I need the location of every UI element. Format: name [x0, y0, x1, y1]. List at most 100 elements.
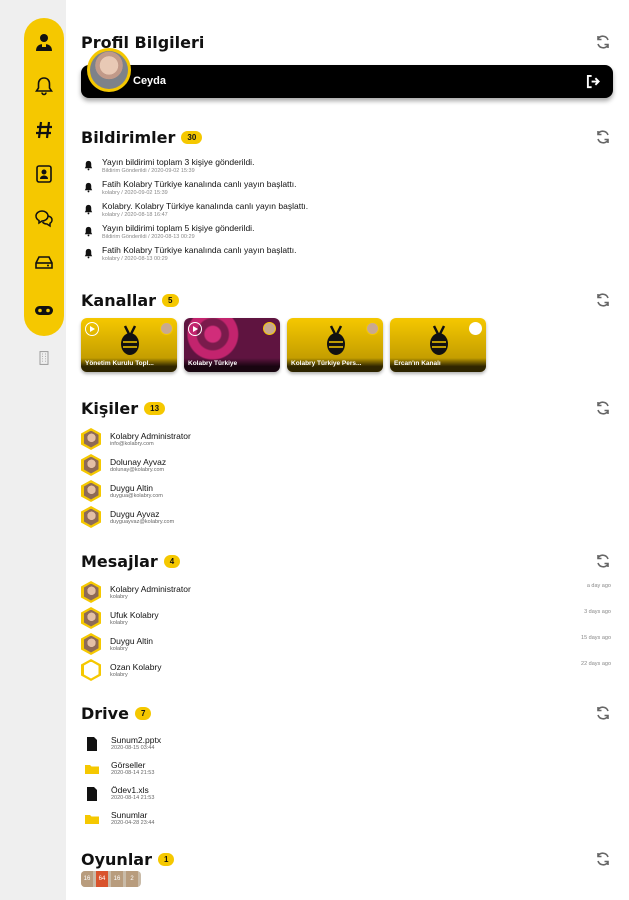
notification-text: Kolabry. Kolabry Türkiye kanalında canlı… — [102, 201, 309, 211]
gamepad-icon[interactable] — [24, 290, 64, 330]
drive-icon[interactable] — [24, 242, 64, 282]
drive-item[interactable]: Ödev1.xls 2020-08-14 21:53 — [81, 781, 611, 806]
refresh-icon[interactable] — [595, 851, 611, 867]
contact-name: Kolabry Administrator — [110, 430, 191, 441]
logout-icon[interactable] — [586, 74, 601, 89]
profile-icon[interactable] — [24, 22, 64, 62]
contact-name: Duygu Altin — [110, 482, 153, 493]
sender-name: Kolabry Administrator — [110, 583, 191, 594]
refresh-icon[interactable] — [595, 400, 611, 416]
drive-section: Drive 7 Sunum2.pptx 2020-08-15 03:44 Görs… — [81, 701, 611, 831]
app-root: Profil Bilgileri Ceyda Bildirimler 30 Ya… — [0, 0, 629, 900]
channel-card[interactable]: Yönetim Kurulu Topl... — [81, 318, 177, 372]
message-item[interactable]: Ufuk Kolabry kolabry 3 days ago — [81, 605, 611, 631]
contact-item[interactable]: Duygu Ayvaz duyguayvaz@kolabry.com — [81, 504, 611, 530]
hashtag-icon[interactable] — [24, 110, 64, 150]
refresh-icon[interactable] — [595, 34, 611, 50]
profile-name: Ceyda — [133, 75, 167, 87]
file-name: Sunumlar — [111, 810, 148, 820]
channel-label: Ercan'ın Kanalı — [390, 358, 486, 372]
file-icon — [87, 786, 97, 801]
avatar — [81, 480, 101, 502]
play-icon[interactable] — [85, 322, 99, 336]
drive-title: Drive — [81, 703, 129, 723]
file-name: Sunum2.pptx — [111, 735, 162, 745]
refresh-icon[interactable] — [595, 705, 611, 721]
channels-title: Kanallar — [81, 290, 157, 310]
file-date: 2020-08-15 03:44 — [111, 745, 155, 751]
message-item[interactable]: Kolabry Administrator kolabry a day ago — [81, 579, 611, 605]
folder-icon — [85, 764, 99, 774]
notification-item[interactable]: Fatih Kolabry Türkiye kanalında canlı ya… — [81, 179, 611, 197]
folder-icon — [85, 814, 99, 824]
notifications-section: Bildirimler 30 Yayın bildirimi toplam 3 … — [81, 125, 611, 263]
sender-org: kolabry — [110, 619, 128, 626]
left-rail — [0, 0, 66, 900]
game-tile: 64 — [96, 871, 108, 887]
sender-name: Ufuk Kolabry — [110, 609, 159, 620]
refresh-icon[interactable] — [595, 553, 611, 569]
contact-email: duyguayvaz@kolabry.com — [110, 518, 175, 525]
profile-title: Profil Bilgileri — [81, 32, 205, 52]
notification-item[interactable]: Yayın bildirimi toplam 5 kişiye gönderil… — [81, 223, 611, 241]
notification-meta: kolabry / 2020-09-02 15:39 — [102, 190, 168, 196]
chat-icon[interactable] — [24, 198, 64, 238]
count-badge: 13 — [144, 401, 166, 415]
channel-card[interactable]: Ercan'ın Kanalı — [390, 318, 486, 372]
refresh-icon[interactable] — [595, 129, 611, 145]
contact-email: dolunay@kolabry.com — [110, 466, 165, 473]
notification-item[interactable]: Yayın bildirimi toplam 3 kişiye gönderil… — [81, 157, 611, 175]
refresh-icon[interactable] — [595, 292, 611, 308]
file-icon — [87, 736, 97, 751]
game-thumbnail[interactable]: 16 64 16 2 — [81, 871, 141, 887]
count-badge: 30 — [181, 130, 203, 144]
channel-owner-avatar — [469, 322, 482, 335]
avatar — [81, 659, 101, 681]
notification-meta: kolabry / 2020-08-13 00:29 — [102, 256, 168, 262]
avatar — [81, 581, 101, 603]
channel-label: Kolabry Türkiye — [184, 358, 280, 372]
contacts-icon[interactable] — [24, 154, 64, 194]
message-time: a day ago — [586, 583, 611, 589]
drive-item[interactable]: Görseller 2020-08-14 21:53 — [81, 756, 611, 781]
channel-label: Yönetim Kurulu Topl... — [81, 358, 177, 372]
play-icon[interactable] — [188, 322, 202, 336]
main-content: Profil Bilgileri Ceyda Bildirimler 30 Ya… — [66, 0, 629, 900]
channel-card[interactable]: Kolabry Türkiye — [184, 318, 280, 372]
channel-card[interactable]: Kolabry Türkiye Pers... — [287, 318, 383, 372]
message-time: 3 days ago — [584, 609, 611, 615]
drive-item[interactable]: Sunumlar 2020-04-28 23:44 — [81, 806, 611, 831]
notification-item[interactable]: Kolabry. Kolabry Türkiye kanalında canlı… — [81, 201, 611, 219]
contact-item[interactable]: Dolunay Ayvaz dolunay@kolabry.com — [81, 452, 611, 478]
people-section: Kişiler 13 Kolabry Administrator info@kol… — [81, 396, 611, 530]
avatar — [81, 633, 101, 655]
contact-item[interactable]: Duygu Altin duygua@kolabry.com — [81, 478, 611, 504]
bell-icon — [84, 182, 93, 193]
channel-owner-avatar — [160, 322, 173, 335]
message-item[interactable]: Ozan Kolabry kolabry 22 days ago — [81, 657, 611, 683]
drive-item[interactable]: Sunum2.pptx 2020-08-15 03:44 — [81, 731, 611, 756]
file-date: 2020-08-14 21:53 — [111, 770, 155, 776]
avatar[interactable] — [87, 48, 131, 92]
sender-org: kolabry — [110, 593, 128, 600]
messages-section: Mesajlar 4 Kolabry Administrator kolabry a… — [81, 549, 611, 683]
count-badge: 5 — [162, 293, 179, 307]
file-date: 2020-08-14 21:53 — [111, 795, 155, 801]
contact-item[interactable]: Kolabry Administrator info@kolabry.com — [81, 426, 611, 452]
bell-icon[interactable] — [24, 66, 64, 106]
channels-section: Kanallar 5 Yönetim Kurulu Topl... Kolabr… — [81, 288, 611, 378]
file-date: 2020-04-28 23:44 — [111, 820, 155, 826]
building-icon[interactable] — [24, 340, 64, 376]
bell-icon — [84, 204, 93, 215]
notification-text: Fatih Kolabry Türkiye kanalında canlı ya… — [102, 179, 297, 189]
notification-item[interactable]: Fatih Kolabry Türkiye kanalında canlı ya… — [81, 245, 611, 263]
profile-section: Profil Bilgileri Ceyda — [81, 30, 613, 98]
channel-owner-avatar — [263, 322, 276, 335]
profile-bar[interactable]: Ceyda — [81, 48, 613, 98]
notification-meta: Bildirim Gönderildi / 2020-08-13 00:29 — [102, 234, 195, 240]
contact-name: Dolunay Ayvaz — [110, 456, 167, 467]
file-name: Ödev1.xls — [111, 785, 149, 795]
message-item[interactable]: Duygu Altin kolabry 15 days ago — [81, 631, 611, 657]
kolabry-logo-icon — [327, 325, 345, 355]
avatar — [81, 607, 101, 629]
